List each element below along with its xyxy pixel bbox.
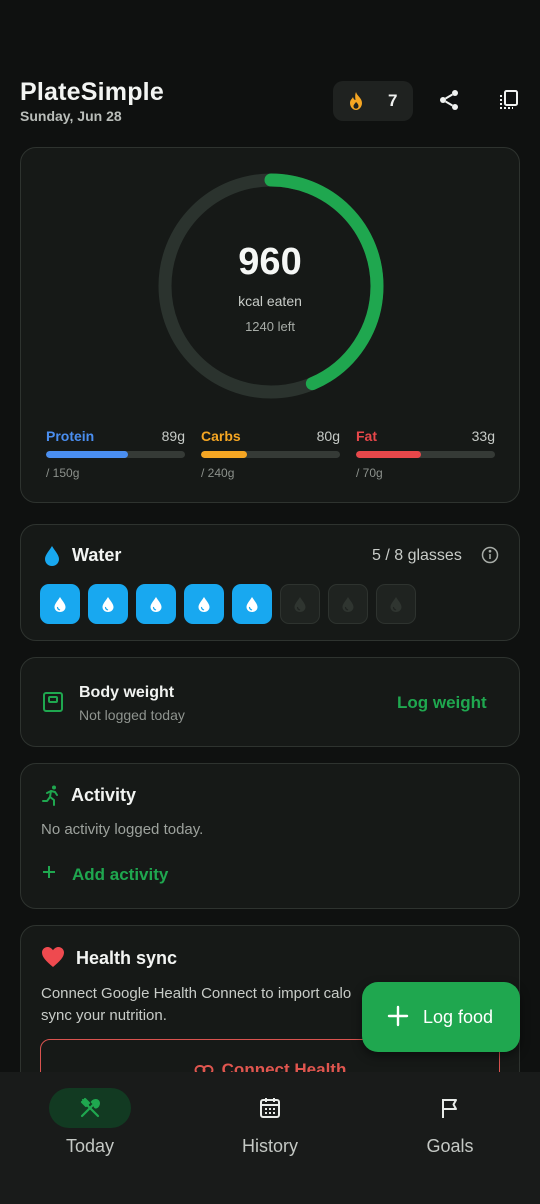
- water-drop-icon: [246, 596, 258, 612]
- kcal-left: 1240 left: [245, 319, 295, 334]
- kcal-eaten-value: 960: [238, 241, 302, 283]
- water-drop-icon: [390, 596, 402, 612]
- health-sync-title: Health sync: [76, 948, 178, 968]
- water-drop-icon: [54, 596, 66, 612]
- health-desc-line1: Connect Google Health Connect to import …: [41, 985, 352, 1002]
- macro-bar: [201, 451, 340, 458]
- water-glass[interactable]: [328, 584, 368, 624]
- macro-protein: Protein 89g / 150g: [46, 428, 185, 480]
- macro-amount: 89g: [161, 428, 185, 444]
- activity-empty-text: No activity logged today.: [41, 821, 204, 838]
- water-glass[interactable]: [184, 584, 224, 624]
- macro-bar-fill: [356, 451, 422, 458]
- nav-history-label: History: [241, 1136, 298, 1156]
- water-drop-icon: [43, 545, 61, 572]
- water-title: Water: [72, 545, 122, 565]
- water-drop-icon: [150, 596, 162, 612]
- macro-bar: [356, 451, 495, 458]
- activity-card: Activity No activity logged today. Add a…: [20, 763, 520, 909]
- app-header: PlateSimple Sunday, Jun 28 7: [20, 78, 520, 128]
- calorie-summary-card: 960 kcal eaten 1240 left Protein 89g / 1…: [20, 147, 520, 503]
- kcal-eaten-label: kcal eaten: [238, 293, 302, 309]
- nav-goals-label: Goals: [426, 1136, 474, 1156]
- macro-bar: [46, 451, 185, 458]
- weight-status: Not logged today: [79, 707, 185, 723]
- flag-icon: [438, 1096, 462, 1125]
- macro-fat: Fat 33g / 70g: [356, 428, 495, 480]
- water-drop-icon: [294, 596, 306, 612]
- macro-bar-fill: [46, 451, 129, 458]
- weight-title: Body weight: [79, 684, 175, 701]
- calorie-ring: [158, 173, 384, 399]
- macro-carbs: Carbs 80g / 240g: [201, 428, 340, 480]
- water-glass[interactable]: [40, 584, 80, 624]
- macro-bar-fill: [201, 451, 248, 458]
- water-glass[interactable]: [280, 584, 320, 624]
- nav-goals[interactable]: Goals: [360, 1088, 540, 1178]
- body-weight-card: Body weight Not logged today Log weight: [20, 657, 520, 747]
- macro-goal: / 240g: [201, 466, 235, 480]
- info-icon[interactable]: [481, 546, 499, 569]
- share-icon[interactable]: [437, 88, 461, 112]
- add-activity-label: Add activity: [72, 864, 169, 884]
- nav-history[interactable]: History: [180, 1088, 360, 1178]
- water-glasses: [40, 584, 416, 624]
- scale-icon: [42, 691, 64, 718]
- water-drop-icon: [198, 596, 210, 612]
- log-food-label: Log food: [423, 1007, 494, 1027]
- running-icon: [41, 784, 63, 811]
- macro-goal: / 150g: [46, 466, 80, 480]
- water-glass[interactable]: [88, 584, 128, 624]
- streak-count: 7: [388, 91, 398, 110]
- utensils-icon: [78, 1096, 102, 1125]
- water-glass[interactable]: [376, 584, 416, 624]
- plus-icon: [386, 1004, 410, 1033]
- copy-icon[interactable]: [497, 88, 521, 112]
- nav-today[interactable]: Today: [0, 1088, 180, 1178]
- water-drop-icon: [342, 596, 354, 612]
- log-weight-button[interactable]: Log weight: [397, 693, 487, 713]
- heart-icon: [41, 946, 65, 973]
- plus-icon: [41, 864, 57, 885]
- water-card: Water 5 / 8 glasses: [20, 524, 520, 641]
- bottom-navigation: Today History Goals: [0, 1072, 540, 1204]
- macro-goal: / 70g: [356, 466, 383, 480]
- calendar-icon: [258, 1096, 282, 1125]
- water-drop-icon: [102, 596, 114, 612]
- nav-today-label: Today: [65, 1136, 115, 1156]
- flame-icon: [348, 91, 364, 116]
- log-food-button[interactable]: Log food: [362, 982, 520, 1052]
- macro-amount: 33g: [471, 428, 495, 444]
- water-glass[interactable]: [232, 584, 272, 624]
- streak-badge[interactable]: 7: [333, 81, 413, 121]
- add-activity-button[interactable]: Add activity: [41, 864, 168, 885]
- water-count: 5 / 8 glasses: [372, 547, 462, 564]
- water-glass[interactable]: [136, 584, 176, 624]
- macro-amount: 80g: [316, 428, 340, 444]
- activity-title: Activity: [71, 785, 137, 805]
